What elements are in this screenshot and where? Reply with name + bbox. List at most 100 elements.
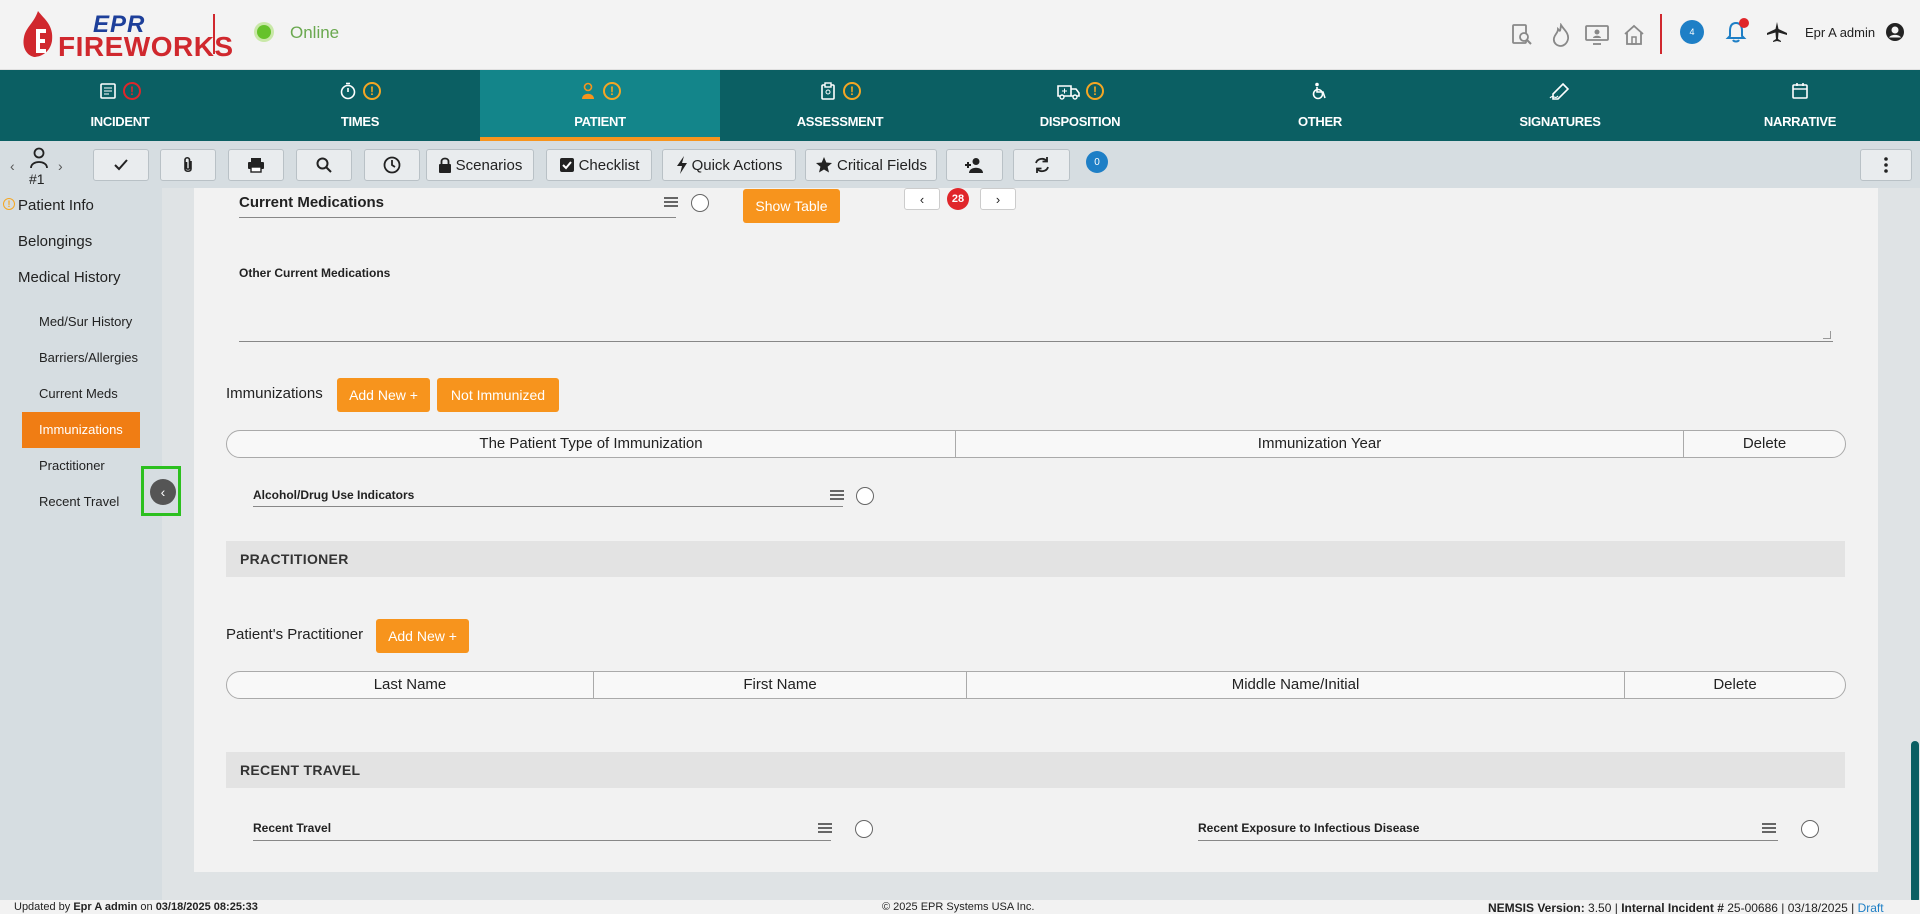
recent-exposure-label: Recent Exposure to Infectious Disease	[1198, 821, 1420, 835]
scenarios-button[interactable]: Scenarios	[426, 149, 534, 181]
sidebar-item-immunizations[interactable]: Immunizations	[22, 412, 140, 448]
online-status-text: Online	[290, 23, 340, 42]
practitioner-table-header: Last Name First Name Middle Name/Initial…	[226, 671, 1846, 699]
tab-label: PATIENT	[574, 114, 626, 129]
pager-next-button[interactable]: ›	[980, 188, 1016, 210]
checklist-button[interactable]: Checklist	[546, 149, 652, 181]
list-menu-icon[interactable]	[1762, 823, 1776, 834]
sidebar-item-patient-info[interactable]: Patient Info	[18, 197, 94, 214]
recent-exposure-radio[interactable]	[1801, 820, 1819, 838]
fire-icon[interactable]	[1548, 22, 1574, 48]
epr-fireworks-logo[interactable]: EPR FIREWORKS	[20, 9, 233, 62]
checklist-label: Checklist	[578, 156, 640, 174]
sidebar-item-barriers-allergies[interactable]: Barriers/Allergies	[22, 340, 140, 376]
tab-incident[interactable]: ! INCIDENT	[0, 70, 240, 141]
chevron-right-icon[interactable]: ›	[58, 158, 63, 174]
stopwatch-icon	[340, 82, 356, 100]
footer-updated-prefix: Updated by	[14, 901, 71, 913]
footer: Updated by Epr A admin on 03/18/2025 08:…	[0, 900, 1920, 914]
list-menu-icon[interactable]	[664, 197, 678, 208]
footer-draft-link[interactable]: Draft	[1858, 901, 1884, 914]
print-button[interactable]	[228, 149, 284, 181]
logo-text-fireworks: FIREWORKS	[58, 31, 234, 62]
sidebar: ! Patient Info Belongings Medical Histor…	[0, 188, 162, 904]
tab-disposition[interactable]: ! DISPOSITION	[960, 70, 1200, 141]
collapse-sidebar-button[interactable]: ‹	[141, 466, 181, 516]
tab-signatures[interactable]: SIGNATURES	[1440, 70, 1680, 141]
list-menu-icon[interactable]	[818, 823, 832, 834]
footer-updated-user: Epr A admin	[73, 901, 138, 913]
tab-narrative[interactable]: NARRATIVE	[1680, 70, 1920, 141]
column-header[interactable]: Delete	[1684, 431, 1845, 457]
check-button[interactable]	[93, 149, 149, 181]
immunization-table-header: The Patient Type of Immunization Immuniz…	[226, 430, 1846, 458]
main-nav: ! INCIDENT ! TIMES ! PATIENT ! ASSESSMEN…	[0, 70, 1920, 141]
home-icon[interactable]	[1621, 22, 1647, 48]
checklist-icon	[559, 158, 574, 172]
plane-icon[interactable]	[1765, 20, 1789, 44]
pager-prev-button[interactable]: ‹	[904, 188, 940, 210]
more-menu-button[interactable]	[1860, 149, 1912, 181]
search-button[interactable]	[296, 149, 352, 181]
more-vertical-icon	[1884, 157, 1888, 173]
tab-other[interactable]: OTHER	[1200, 70, 1440, 141]
immunizations-label: Immunizations	[226, 385, 323, 402]
critical-fields-button[interactable]: Critical Fields	[805, 149, 937, 181]
history-button[interactable]	[364, 149, 420, 181]
add-practitioner-button[interactable]: Add New +	[376, 619, 469, 653]
footer-nemsis-value: 3.50 |	[1588, 901, 1618, 914]
column-header[interactable]: Middle Name/Initial	[967, 672, 1625, 698]
resize-grip-icon[interactable]	[1823, 331, 1831, 339]
tab-label: ASSESSMENT	[796, 114, 884, 129]
current-medications-label: Current Medications	[239, 194, 385, 211]
tab-assessment[interactable]: ! ASSESSMENT	[720, 70, 960, 141]
footer-nemsis-label: NEMSIS Version:	[1488, 901, 1585, 914]
message-badge[interactable]: 0	[1086, 151, 1108, 173]
column-header[interactable]: The Patient Type of Immunization	[227, 431, 956, 457]
search-doc-icon[interactable]	[1509, 22, 1535, 48]
chat-icon[interactable]: 4	[1680, 20, 1704, 44]
tab-times[interactable]: ! TIMES	[240, 70, 480, 141]
column-header[interactable]: Immunization Year	[956, 431, 1684, 457]
sidebar-item-medical-history[interactable]: Medical History	[18, 269, 121, 286]
critical-fields-label: Critical Fields	[836, 156, 927, 174]
lock-icon	[438, 157, 451, 173]
sync-button[interactable]	[1013, 149, 1070, 181]
not-immunized-button[interactable]: Not Immunized	[437, 378, 559, 412]
sidebar-item-practitioner[interactable]: Practitioner	[22, 448, 140, 484]
attach-button[interactable]	[160, 149, 216, 181]
tab-patient[interactable]: ! PATIENT	[480, 70, 720, 141]
sidebar-item-current-meds[interactable]: Current Meds	[22, 376, 140, 412]
signature-icon	[1549, 82, 1570, 100]
print-icon	[248, 158, 264, 173]
warning-icon: !	[363, 82, 381, 100]
recent-travel-section-header: RECENT TRAVEL	[226, 752, 1845, 788]
online-status-icon	[257, 25, 271, 39]
current-medications-radio[interactable]	[691, 194, 709, 212]
vertical-scrollbar[interactable]	[1911, 741, 1919, 903]
column-header[interactable]: Delete	[1625, 672, 1845, 698]
chevron-left-icon[interactable]: ‹	[10, 158, 15, 174]
alcohol-drug-radio[interactable]	[856, 487, 874, 505]
sidebar-item-recent-travel[interactable]: Recent Travel	[22, 484, 140, 520]
other-current-medications-textarea[interactable]	[239, 290, 1833, 342]
sidebar-item-belongings[interactable]: Belongings	[18, 233, 92, 250]
column-header[interactable]: First Name	[594, 672, 967, 698]
user-circle-icon[interactable]	[1885, 22, 1905, 42]
scenarios-label: Scenarios	[455, 156, 523, 174]
user-name[interactable]: Epr A admin	[1805, 25, 1875, 40]
footer-updated-time: 03/18/2025 08:25:33	[155, 901, 258, 913]
quick-actions-button[interactable]: Quick Actions	[662, 149, 796, 181]
sidebar-item-med-sur-history[interactable]: Med/Sur History	[22, 304, 140, 340]
add-immunization-button[interactable]: Add New +	[337, 378, 430, 412]
tab-label: OTHER	[1297, 114, 1342, 129]
star-icon	[815, 157, 832, 173]
add-patient-button[interactable]	[946, 149, 1003, 181]
list-menu-icon[interactable]	[830, 490, 844, 501]
ambulance-icon	[1057, 85, 1080, 100]
show-table-button[interactable]: Show Table	[743, 189, 840, 223]
recent-travel-radio[interactable]	[855, 820, 873, 838]
monitor-user-icon[interactable]	[1584, 22, 1610, 48]
column-header[interactable]: Last Name	[227, 672, 594, 698]
patient-icon	[582, 82, 594, 99]
